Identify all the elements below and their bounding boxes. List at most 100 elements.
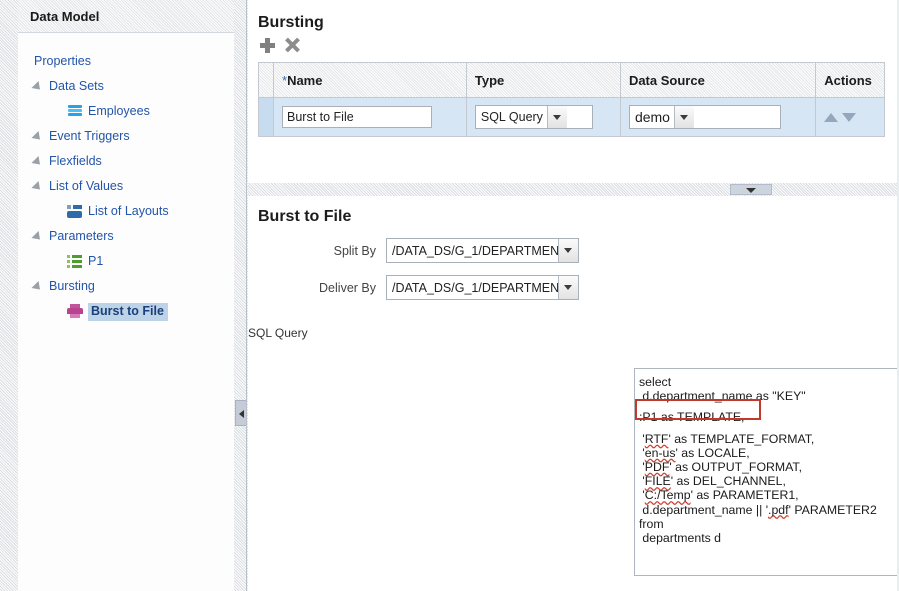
tree-item-label: List of Values (49, 179, 123, 194)
sql-line: d.department_name as "KEY" (639, 389, 899, 403)
layouts-icon (67, 204, 83, 219)
sql-query-row: SQL Query (248, 320, 899, 340)
column-header-data-source[interactable]: Data Source (620, 63, 815, 98)
tree-item-flexfields[interactable]: Flexfields (18, 149, 239, 174)
main-content: Bursting Name Type Data Source Actions (248, 0, 899, 591)
tree-item-properties[interactable]: Properties (18, 49, 239, 74)
split-by-select[interactable]: /DATA_DS/G_1/DEPARTMEN (386, 238, 579, 263)
name-input[interactable] (282, 106, 432, 128)
tree-item-burst-to-file[interactable]: Burst to File (18, 299, 239, 324)
parameter-icon (67, 254, 83, 269)
type-select-value: SQL Query (476, 106, 547, 128)
tree-item-p1[interactable]: P1 (18, 249, 239, 274)
type-select[interactable]: SQL Query (475, 105, 593, 129)
bursting-heading: Bursting (248, 0, 899, 32)
chevron-down-icon[interactable] (558, 239, 578, 262)
sql-line (639, 425, 899, 432)
tree-item-label: Employees (88, 104, 150, 119)
chevron-left-icon (239, 410, 244, 418)
data-source-select[interactable]: demo (629, 105, 781, 129)
move-down-icon[interactable] (842, 113, 856, 122)
actions-group (824, 113, 884, 122)
sql-line: d.department_name || '.pdf' PARAMETER2 (639, 503, 899, 517)
sql-query-text: select d.department_name as "KEY" :P1 as … (635, 369, 899, 545)
tree-item-data-sets[interactable]: Data Sets (18, 74, 239, 99)
tree-item-bursting[interactable]: Bursting (18, 274, 239, 299)
sql-line: 'PDF' as OUTPUT_FORMAT, (639, 460, 899, 474)
bursting-toolbar (248, 32, 899, 60)
sql-line: 'en-us' as LOCALE, (639, 446, 899, 460)
chevron-expand-icon[interactable] (31, 155, 43, 167)
chevron-down-icon[interactable] (674, 106, 694, 128)
sql-line: 'FILE' as DEL_CHANNEL, (639, 474, 899, 488)
tree-item-list-of-values[interactable]: List of Values (18, 174, 239, 199)
sql-line: select (639, 375, 899, 389)
sidebar-header: Data Model (18, 0, 239, 33)
page-title: Data Model (30, 9, 99, 24)
cell-data-source: demo (620, 98, 815, 137)
chevron-expand-icon[interactable] (31, 130, 43, 142)
sql-line: departments d (639, 531, 899, 545)
tree-item-event-triggers[interactable]: Event Triggers (18, 124, 239, 149)
chevron-expand-icon[interactable] (31, 180, 43, 192)
left-edge-strip (0, 0, 18, 591)
tree-item-label: Data Sets (49, 79, 104, 94)
sql-query-label: SQL Query (248, 320, 308, 340)
chevron-expand-icon[interactable] (31, 230, 43, 242)
move-up-icon[interactable] (824, 113, 838, 122)
deliver-by-label: Deliver By (248, 281, 386, 295)
split-by-label: Split By (248, 244, 386, 258)
tree-item-label: List of Layouts (88, 204, 169, 219)
sql-line: from (639, 517, 899, 531)
row-selector[interactable] (259, 98, 274, 137)
data-model-sidebar: Data Model Properties Data Sets Employee… (18, 0, 240, 591)
column-header-type[interactable]: Type (466, 63, 620, 98)
chevron-expand-icon[interactable] (31, 280, 43, 292)
table-header-row: Name Type Data Source Actions (259, 63, 885, 98)
chevron-expand-icon[interactable] (31, 80, 43, 92)
sql-line: 'C:/Temp' as PARAMETER1, (639, 488, 899, 502)
delete-button[interactable] (285, 38, 300, 56)
tree-item-label: Parameters (49, 229, 114, 244)
bursting-table: Name Type Data Source Actions SQL Query (258, 62, 885, 137)
tree-item-label: Bursting (49, 279, 95, 294)
sql-line: 'RTF' as TEMPLATE_FORMAT, (639, 432, 899, 446)
close-icon (285, 38, 300, 53)
split-by-row: Split By /DATA_DS/G_1/DEPARTMEN (248, 238, 899, 263)
chevron-down-icon (746, 188, 756, 193)
sql-line (639, 403, 899, 410)
data-source-select-value: demo (630, 106, 674, 128)
deliver-by-value: /DATA_DS/G_1/DEPARTMEN (387, 276, 558, 299)
deliver-by-select[interactable]: /DATA_DS/G_1/DEPARTMEN (386, 275, 579, 300)
cell-actions (816, 98, 885, 137)
table-header-gutter (259, 63, 274, 98)
tree-item-label: Flexfields (49, 154, 102, 169)
tree-item-parameters[interactable]: Parameters (18, 224, 239, 249)
deliver-by-row: Deliver By /DATA_DS/G_1/DEPARTMEN (248, 275, 899, 300)
application-window: Data Model Properties Data Sets Employee… (0, 0, 899, 591)
plus-icon (260, 38, 275, 53)
tree-item-label: Burst to File (88, 303, 168, 321)
column-header-actions[interactable]: Actions (816, 63, 885, 98)
panel-collapse-button[interactable] (730, 184, 772, 195)
vertical-splitter[interactable] (234, 0, 248, 591)
horizontal-splitter[interactable] (248, 183, 899, 196)
cell-type: SQL Query (466, 98, 620, 137)
sql-query-textarea[interactable]: select d.department_name as "KEY" :P1 as … (634, 368, 899, 576)
splitter-line (246, 0, 247, 591)
add-button[interactable] (260, 38, 275, 56)
tree-item-list-of-layouts[interactable]: List of Layouts (18, 199, 239, 224)
chevron-down-icon[interactable] (558, 276, 578, 299)
sql-line: :P1 as TEMPLATE, (639, 410, 899, 424)
printer-icon (67, 304, 83, 319)
tree-item-label: Properties (34, 54, 91, 69)
chevron-down-icon[interactable] (547, 106, 567, 128)
split-by-value: /DATA_DS/G_1/DEPARTMEN (387, 239, 558, 262)
cell-name (274, 98, 467, 137)
detail-heading: Burst to File (248, 196, 899, 226)
column-header-name[interactable]: Name (274, 63, 467, 98)
tree-item-employees[interactable]: Employees (18, 99, 239, 124)
tree-item-label: P1 (88, 254, 103, 269)
data-model-tree: Properties Data Sets Employees Event Tri… (18, 33, 239, 324)
table-row[interactable]: SQL Query demo (259, 98, 885, 137)
